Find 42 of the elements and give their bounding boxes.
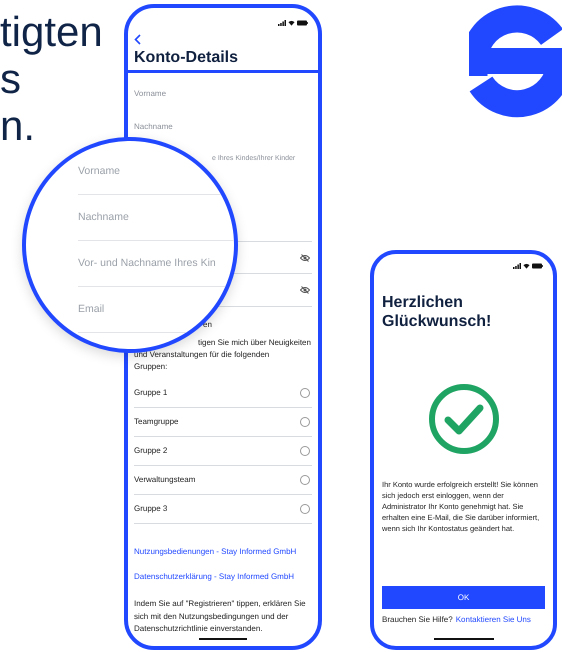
consent-text: tigen Sie mich über Neuigkeiten <box>198 337 312 349</box>
group-label: Gruppe 1 <box>134 387 168 399</box>
screen-title: Herzlichen Glückwunsch! <box>382 293 492 331</box>
radio-button[interactable] <box>300 417 310 427</box>
field-label: Nachname <box>78 210 129 225</box>
section-heading: en <box>203 319 213 331</box>
radio-button[interactable] <box>300 504 310 514</box>
headline-text: n. <box>0 102 36 149</box>
check-circle-icon <box>428 383 500 455</box>
screen-title: Konto-Details <box>134 49 239 67</box>
contact-link[interactable]: Kontaktieren Sie Uns <box>456 614 531 626</box>
wifi-icon <box>523 263 530 269</box>
field-label: Vorname <box>134 88 166 100</box>
battery-icon <box>532 263 543 269</box>
radio-button[interactable] <box>300 475 310 485</box>
headline-text: tigten <box>0 8 103 55</box>
group-label: Verwaltungsteam <box>134 474 196 486</box>
field-label: Vor- und Nachname Ihres Kin <box>78 256 216 271</box>
back-icon <box>134 34 141 45</box>
radio-button[interactable] <box>300 388 310 398</box>
signal-icon <box>278 20 286 26</box>
group-label: Gruppe 2 <box>134 445 168 457</box>
field-label: Email <box>78 302 104 317</box>
terms-note: Indem Sie auf "Registrieren" tippen, erklären Sie sich mit den Nutzungsbedingungen und der Datenschutzrichtlinie einverstanden. <box>134 598 307 635</box>
field-label: Vorname <box>78 164 120 179</box>
headline-text: s <box>0 55 22 102</box>
eye-slash-icon <box>300 254 310 262</box>
radio-button[interactable] <box>300 446 310 456</box>
home-indicator <box>199 638 247 640</box>
terms-link[interactable]: Nutzungsbedienungen - Stay Informed GmbH <box>134 546 312 558</box>
terms-link[interactable]: Datenschutzerklärung - Stay Informed GmbH <box>134 571 312 583</box>
consent-text: und Veranstaltungen für die folgenden Gruppen: <box>134 349 270 373</box>
help-text: Brauchen Sie Hilfe? <box>382 614 453 626</box>
group-label: Gruppe 3 <box>134 503 168 515</box>
signal-icon <box>513 263 521 269</box>
home-indicator <box>434 638 494 640</box>
eye-slash-icon <box>300 286 310 294</box>
group-label: Teamgruppe <box>134 416 178 428</box>
battery-icon <box>297 20 308 26</box>
field-label: Nachname <box>134 120 173 132</box>
ok-button[interactable]: OK <box>382 586 545 609</box>
wifi-icon <box>288 20 295 26</box>
